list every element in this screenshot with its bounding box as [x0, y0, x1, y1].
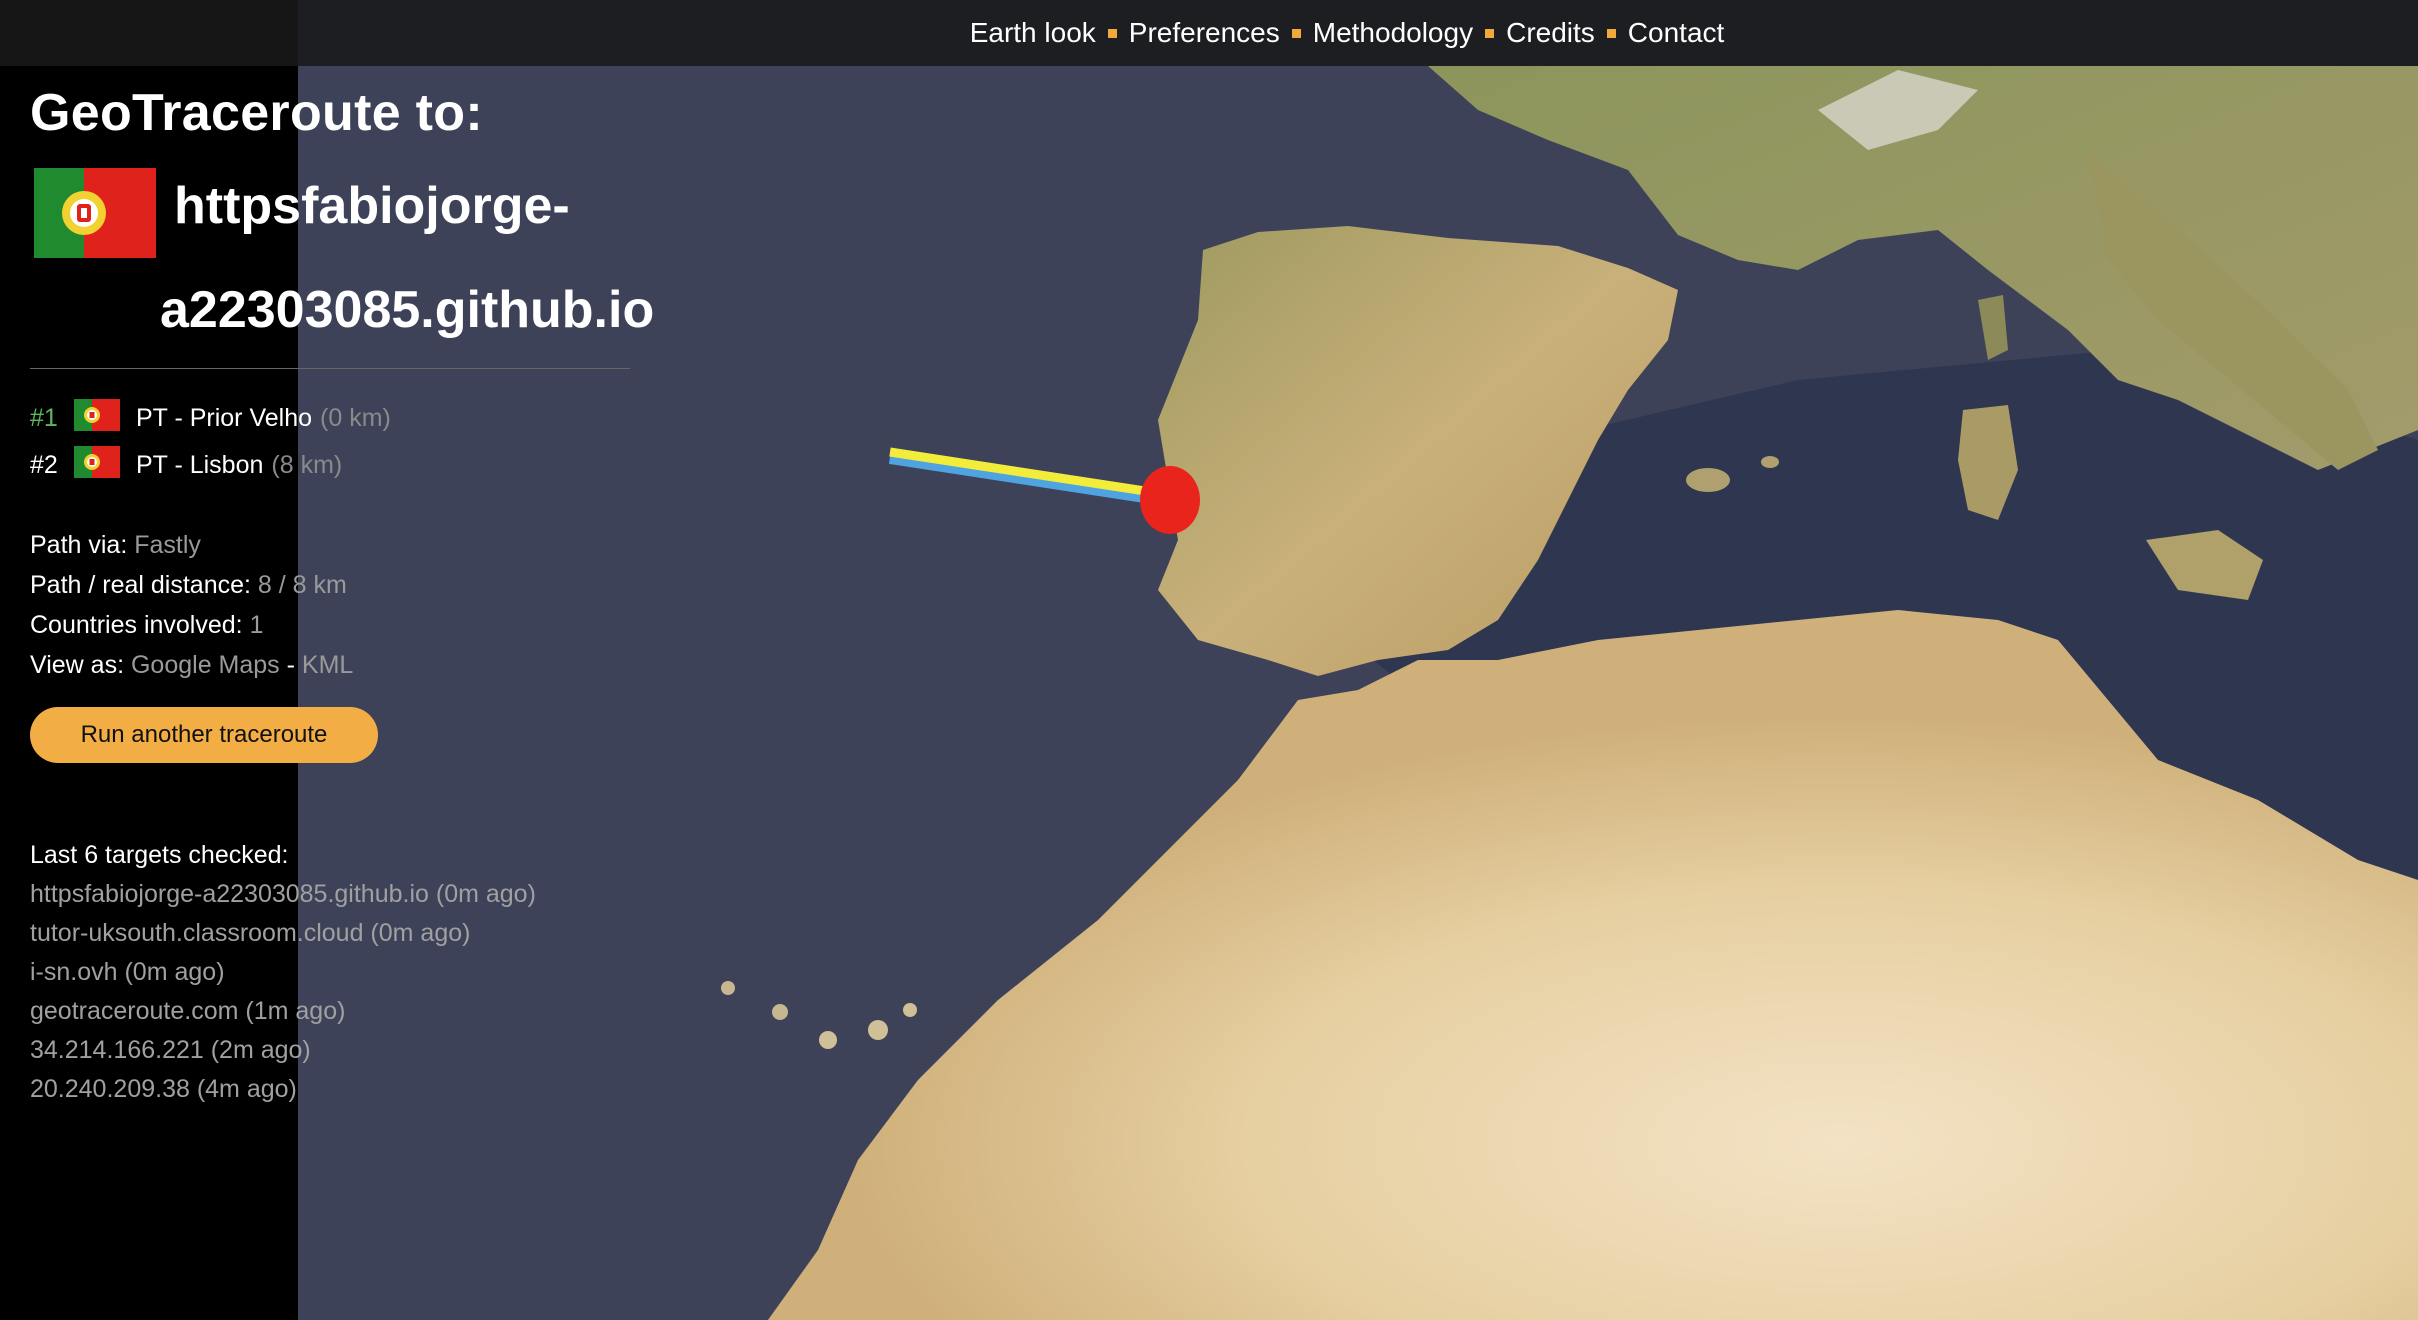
kml-link[interactable]: KML [302, 651, 353, 679]
countries-value: 1 [249, 611, 264, 639]
portugal-flag-icon [34, 168, 156, 263]
path-via-row: Path via: Fastly [30, 525, 630, 565]
recent-target-link[interactable]: geotraceroute.com (1m ago) [30, 992, 630, 1031]
google-maps-link[interactable]: Google Maps [131, 651, 280, 679]
nav-contact[interactable]: Contact [1628, 17, 1725, 49]
divider [30, 368, 630, 369]
distance-row: Path / real distance: 8 / 8 km [30, 565, 630, 605]
top-navigation: Earth look Preferences Methodology Credi… [0, 0, 2418, 66]
nav-separator [1107, 28, 1117, 38]
hop-row[interactable]: #1 PT - Prior Velho (0 km) [30, 395, 630, 442]
nav-preferences[interactable]: Preferences [1129, 17, 1280, 49]
target-host-line2: a22303085.github.io [160, 281, 655, 339]
results-panel: GeoTraceroute to: httpsfabiojorge- a2230… [30, 66, 654, 1109]
portugal-flag-icon [74, 446, 120, 485]
nav-credits[interactable]: Credits [1506, 17, 1595, 49]
nav-methodology[interactable]: Methodology [1313, 17, 1473, 49]
target-host-line1: httpsfabiojorge- [174, 177, 570, 235]
recent-targets-title: Last 6 targets checked: [30, 841, 289, 869]
view-separator: - [286, 651, 295, 679]
page-title: GeoTraceroute to: [30, 84, 483, 142]
hop-number: #2 [30, 451, 58, 479]
recent-targets: Last 6 targets checked: httpsfabiojorge-… [30, 835, 630, 1109]
nav-separator [1291, 28, 1301, 38]
run-another-traceroute-button[interactable]: Run another traceroute [30, 707, 378, 763]
path-via-value: Fastly [134, 531, 201, 559]
hop-distance: (0 km) [320, 404, 391, 432]
recent-target-link[interactable]: i-sn.ovh (0m ago) [30, 953, 630, 992]
recent-target-link[interactable]: tutor-uksouth.classroom.cloud (0m ago) [30, 914, 630, 953]
recent-target-link[interactable]: 20.240.209.38 (4m ago) [30, 1070, 630, 1109]
recent-target-link[interactable]: 34.214.166.221 (2m ago) [30, 1031, 630, 1070]
canary-island [721, 981, 735, 995]
hop-number: #1 [30, 404, 58, 432]
hop-distance: (8 km) [271, 451, 343, 479]
path-info: Path via: Fastly Path / real distance: 8… [30, 525, 630, 685]
location-marker [1140, 466, 1200, 534]
nav-earth-look[interactable]: Earth look [970, 17, 1096, 49]
hop-list: #1 PT - Prior Velho (0 km) #2 PT - Lisbo… [30, 395, 630, 489]
hop-location: PT - Prior Velho [136, 404, 313, 432]
hop-location: PT - Lisbon [136, 451, 264, 479]
view-as-label: View as: [30, 651, 125, 679]
portugal-flag-icon [74, 399, 120, 438]
balearic-islands [1686, 468, 1730, 492]
view-as-row: View as: Google Maps - KML [30, 645, 630, 685]
hop-row[interactable]: #2 PT - Lisbon (8 km) [30, 442, 630, 489]
countries-label: Countries involved: [30, 611, 243, 639]
countries-row: Countries involved: 1 [30, 605, 630, 645]
distance-label: Path / real distance: [30, 571, 251, 599]
nav-separator [1485, 28, 1495, 38]
distance-value: 8 / 8 km [257, 571, 347, 599]
target-header: httpsfabiojorge- a22303085.github.io [30, 168, 654, 368]
recent-target-link[interactable]: httpsfabiojorge-a22303085.github.io (0m … [30, 875, 630, 914]
nav-separator [1606, 28, 1616, 38]
path-via-label: Path via: [30, 531, 128, 559]
page: Earth look Preferences Methodology Credi… [0, 0, 2418, 1320]
